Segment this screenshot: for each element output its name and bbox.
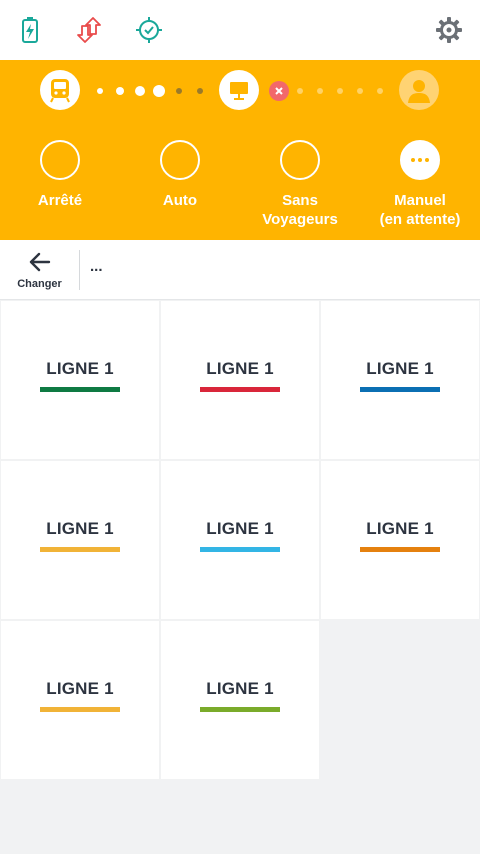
back-button[interactable]: Changer — [0, 240, 79, 300]
train-icon — [50, 79, 70, 103]
journey-progress — [0, 70, 480, 112]
line-color-bar — [200, 707, 280, 712]
progress-dot — [317, 88, 323, 94]
progress-dot — [377, 88, 383, 94]
line-tile[interactable]: LIGNE 1 — [161, 461, 319, 619]
station-icon — [230, 82, 248, 100]
close-icon — [275, 87, 283, 95]
line-name: LIGNE 1 — [366, 359, 434, 378]
mode-radio[interactable] — [280, 140, 320, 180]
line-color-bar — [360, 387, 440, 392]
line-name: LIGNE 1 — [46, 679, 114, 698]
line-name: LIGNE 1 — [366, 519, 434, 538]
line-tile[interactable]: LIGNE 1 — [321, 301, 479, 459]
mode-radio[interactable] — [40, 140, 80, 180]
error-marker — [269, 81, 289, 101]
mode-manuel[interactable]: Manuel (en attente) — [360, 140, 480, 236]
line-tile[interactable]: LIGNE 1 — [1, 301, 159, 459]
station-stage — [219, 70, 259, 110]
line-name: LIGNE 1 — [206, 519, 274, 538]
mode-sans-voyageurs[interactable]: Sans Voyageurs — [240, 140, 360, 236]
progress-dot — [176, 88, 182, 94]
more-dots-icon — [411, 158, 429, 162]
line-tile[interactable]: LIGNE 1 — [321, 461, 479, 619]
mode-label: Sans Voyageurs — [262, 192, 338, 228]
line-color-bar — [200, 387, 280, 392]
navigation-bar: Changer ... — [0, 240, 480, 300]
line-tile[interactable]: LIGNE 1 — [1, 461, 159, 619]
line-name: LIGNE 1 — [46, 359, 114, 378]
line-color-bar — [360, 547, 440, 552]
line-tile[interactable]: LIGNE 1 — [1, 621, 159, 779]
progress-dot — [197, 88, 203, 94]
user-stage — [399, 70, 439, 110]
progress-dot — [116, 87, 124, 95]
progress-dot — [357, 88, 363, 94]
mode-label: Manuel (en attente) — [379, 192, 461, 228]
divider — [79, 250, 80, 290]
progress-dot — [97, 88, 103, 94]
line-color-bar — [40, 387, 120, 392]
line-color-bar — [40, 707, 120, 712]
mode-auto[interactable]: Auto — [120, 140, 240, 236]
line-tile[interactable]: LIGNE 1 — [161, 621, 319, 779]
top-bar — [0, 0, 480, 60]
arrow-left-icon — [29, 252, 51, 272]
line-name: LIGNE 1 — [206, 679, 274, 698]
gear-icon[interactable] — [432, 13, 466, 47]
back-label: Changer — [17, 278, 62, 290]
train-stage — [40, 70, 80, 110]
line-name: LIGNE 1 — [46, 519, 114, 538]
mode-radio-active[interactable] — [400, 140, 440, 180]
gps-target-icon[interactable] — [132, 13, 166, 47]
mode-label: Auto — [162, 192, 198, 209]
progress-dot — [297, 88, 303, 94]
progress-dot — [337, 88, 343, 94]
battery-charging-icon — [13, 13, 47, 47]
status-panel: Arrêté Auto Sans Voyageurs Manuel (en at… — [0, 60, 480, 240]
user-icon — [408, 80, 430, 103]
progress-dot — [135, 86, 145, 96]
mode-arrete[interactable]: Arrêté — [0, 140, 120, 236]
line-color-bar — [40, 547, 120, 552]
mode-radio[interactable] — [160, 140, 200, 180]
sync-arrows-icon[interactable] — [72, 13, 106, 47]
breadcrumb: ... — [90, 258, 103, 275]
line-name: LIGNE 1 — [206, 359, 274, 378]
mode-label: Arrêté — [37, 192, 83, 209]
progress-dot — [153, 85, 165, 97]
line-tile[interactable]: LIGNE 1 — [161, 301, 319, 459]
line-color-bar — [200, 547, 280, 552]
